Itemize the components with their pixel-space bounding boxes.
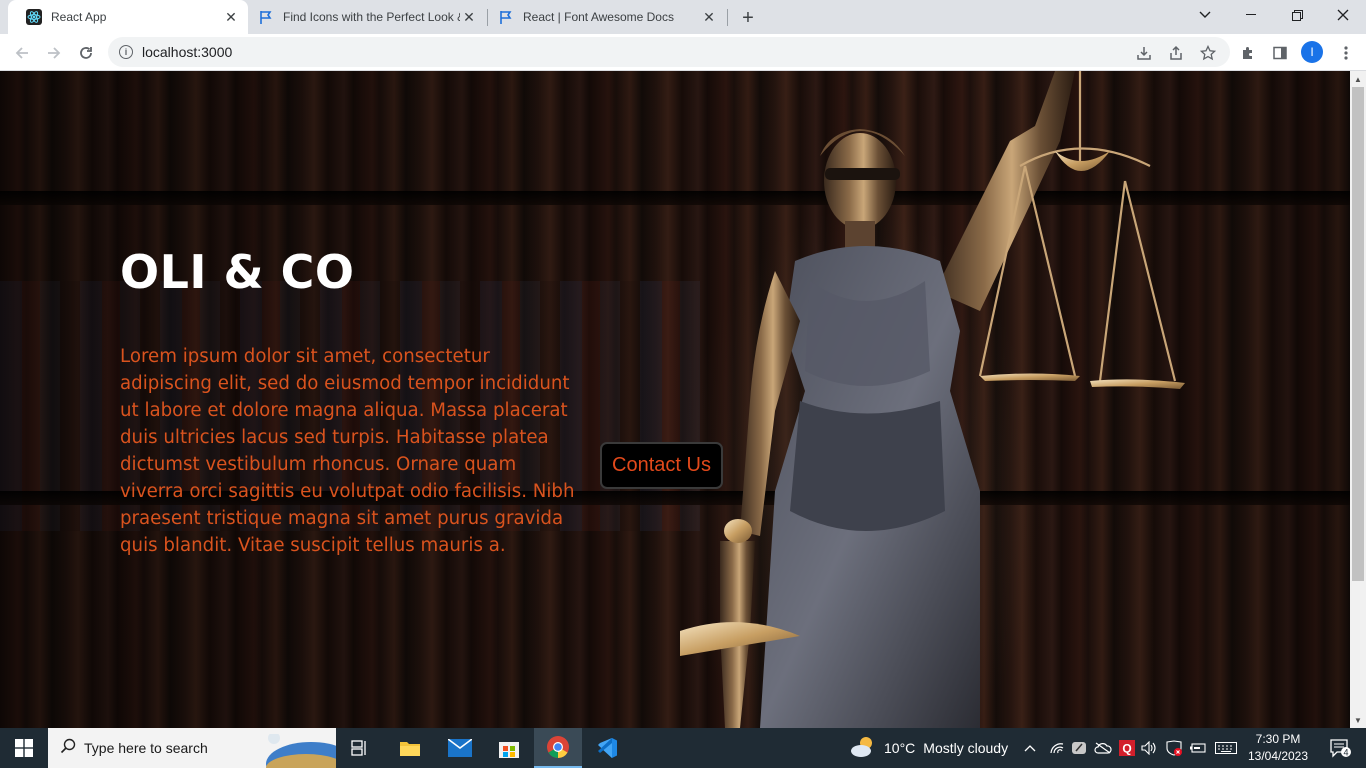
share-icon[interactable]: [1164, 41, 1188, 65]
restore-button[interactable]: [1274, 0, 1320, 30]
tab-search-chevron-icon[interactable]: [1182, 0, 1228, 30]
volume-icon[interactable]: [1138, 728, 1160, 768]
scroll-down-arrow-icon[interactable]: ▼: [1350, 712, 1366, 728]
browser-toolbar: i localhost:3000 I: [0, 34, 1366, 71]
weather-description: Mostly cloudy: [923, 740, 1009, 756]
windows-start-icon[interactable]: [0, 728, 48, 768]
back-button[interactable]: [8, 39, 36, 67]
file-explorer-icon[interactable]: [386, 728, 434, 768]
keyboard-icon[interactable]: [1212, 728, 1240, 768]
close-window-button[interactable]: [1320, 0, 1366, 30]
tab-react-app[interactable]: React App ✕: [8, 0, 248, 34]
scroll-up-arrow-icon[interactable]: ▲: [1350, 71, 1366, 87]
extensions-puzzle-icon[interactable]: [1236, 41, 1260, 65]
q-app-icon[interactable]: Q: [1116, 728, 1138, 768]
url-text: localhost:3000: [142, 44, 233, 60]
close-tab-icon[interactable]: ✕: [222, 8, 240, 26]
taskbar-search-box[interactable]: Type here to search: [48, 728, 336, 768]
scroll-thumb[interactable]: [1352, 87, 1364, 581]
svg-text:Q: Q: [1122, 742, 1131, 756]
page-scrollbar[interactable]: ▲ ▼: [1350, 71, 1366, 728]
flag-icon: [258, 9, 274, 25]
install-app-icon[interactable]: [1132, 41, 1156, 65]
network-icon[interactable]: [1046, 728, 1068, 768]
security-alert-icon[interactable]: [1162, 728, 1186, 768]
microsoft-store-icon[interactable]: [485, 728, 533, 768]
pen-workspace-icon[interactable]: [1068, 728, 1090, 768]
tab-title: Find Icons with the Perfect Look &: [283, 10, 460, 24]
partly-cloudy-icon: [850, 736, 876, 761]
hero-title: OLI & CO: [120, 245, 355, 299]
taskbar-clock[interactable]: 7:30 PM 13/04/2023: [1244, 731, 1312, 765]
profile-avatar[interactable]: I: [1301, 41, 1323, 63]
bookmark-star-icon[interactable]: [1196, 41, 1220, 65]
weather-widget[interactable]: 10°C Mostly cloudy: [850, 728, 1008, 768]
clock-time: 7:30 PM: [1255, 732, 1301, 746]
vscode-icon[interactable]: [583, 728, 631, 768]
tab-separator: [727, 9, 728, 26]
new-tab-button[interactable]: +: [737, 7, 759, 29]
hero-description: Lorem ipsum dolor sit amet, consectetur …: [120, 346, 575, 556]
chrome-icon[interactable]: [534, 728, 582, 768]
address-bar[interactable]: i localhost:3000: [108, 37, 1230, 67]
react-icon: [26, 9, 42, 25]
tab-strip: React App ✕ Find Icons with the Perfect …: [0, 0, 1366, 34]
notification-center-icon[interactable]: 4: [1322, 728, 1358, 768]
flag-icon: [498, 9, 514, 25]
close-tab-icon[interactable]: ✕: [460, 8, 478, 26]
contact-us-button[interactable]: Contact Us: [600, 442, 723, 489]
site-info-icon[interactable]: i: [119, 45, 133, 59]
task-view-icon[interactable]: [336, 728, 384, 768]
tab-title: React | Font Awesome Docs: [523, 10, 674, 24]
battery-icon[interactable]: [1186, 728, 1210, 768]
search-icon: [60, 738, 76, 759]
close-tab-icon[interactable]: ✕: [700, 8, 718, 26]
mail-icon[interactable]: [436, 728, 484, 768]
clock-date: 13/04/2023: [1247, 749, 1309, 763]
search-highlight-image: [266, 734, 336, 768]
lady-justice-statue-image: [680, 71, 1185, 728]
notification-count: 4: [1343, 748, 1348, 758]
search-placeholder: Type here to search: [84, 740, 208, 756]
side-panel-icon[interactable]: [1268, 41, 1292, 65]
forward-button[interactable]: [40, 39, 68, 67]
minimize-button[interactable]: [1228, 0, 1274, 30]
onedrive-offline-icon[interactable]: [1092, 728, 1114, 768]
menu-kebab-icon[interactable]: [1334, 41, 1358, 65]
tab-find-icons[interactable]: Find Icons with the Perfect Look & ✕: [248, 0, 486, 34]
windows-taskbar: Type here to search 10°C Mostly cloudy Q…: [0, 728, 1366, 768]
tab-title: React App: [51, 10, 107, 24]
page-viewport: OLI & CO Lorem ipsum dolor sit amet, con…: [0, 71, 1350, 728]
tab-font-awesome-docs[interactable]: React | Font Awesome Docs ✕: [488, 0, 726, 34]
weather-temp: 10°C: [884, 740, 916, 756]
reload-button[interactable]: [72, 39, 100, 67]
show-hidden-icons-chevron-icon[interactable]: [1020, 728, 1040, 768]
